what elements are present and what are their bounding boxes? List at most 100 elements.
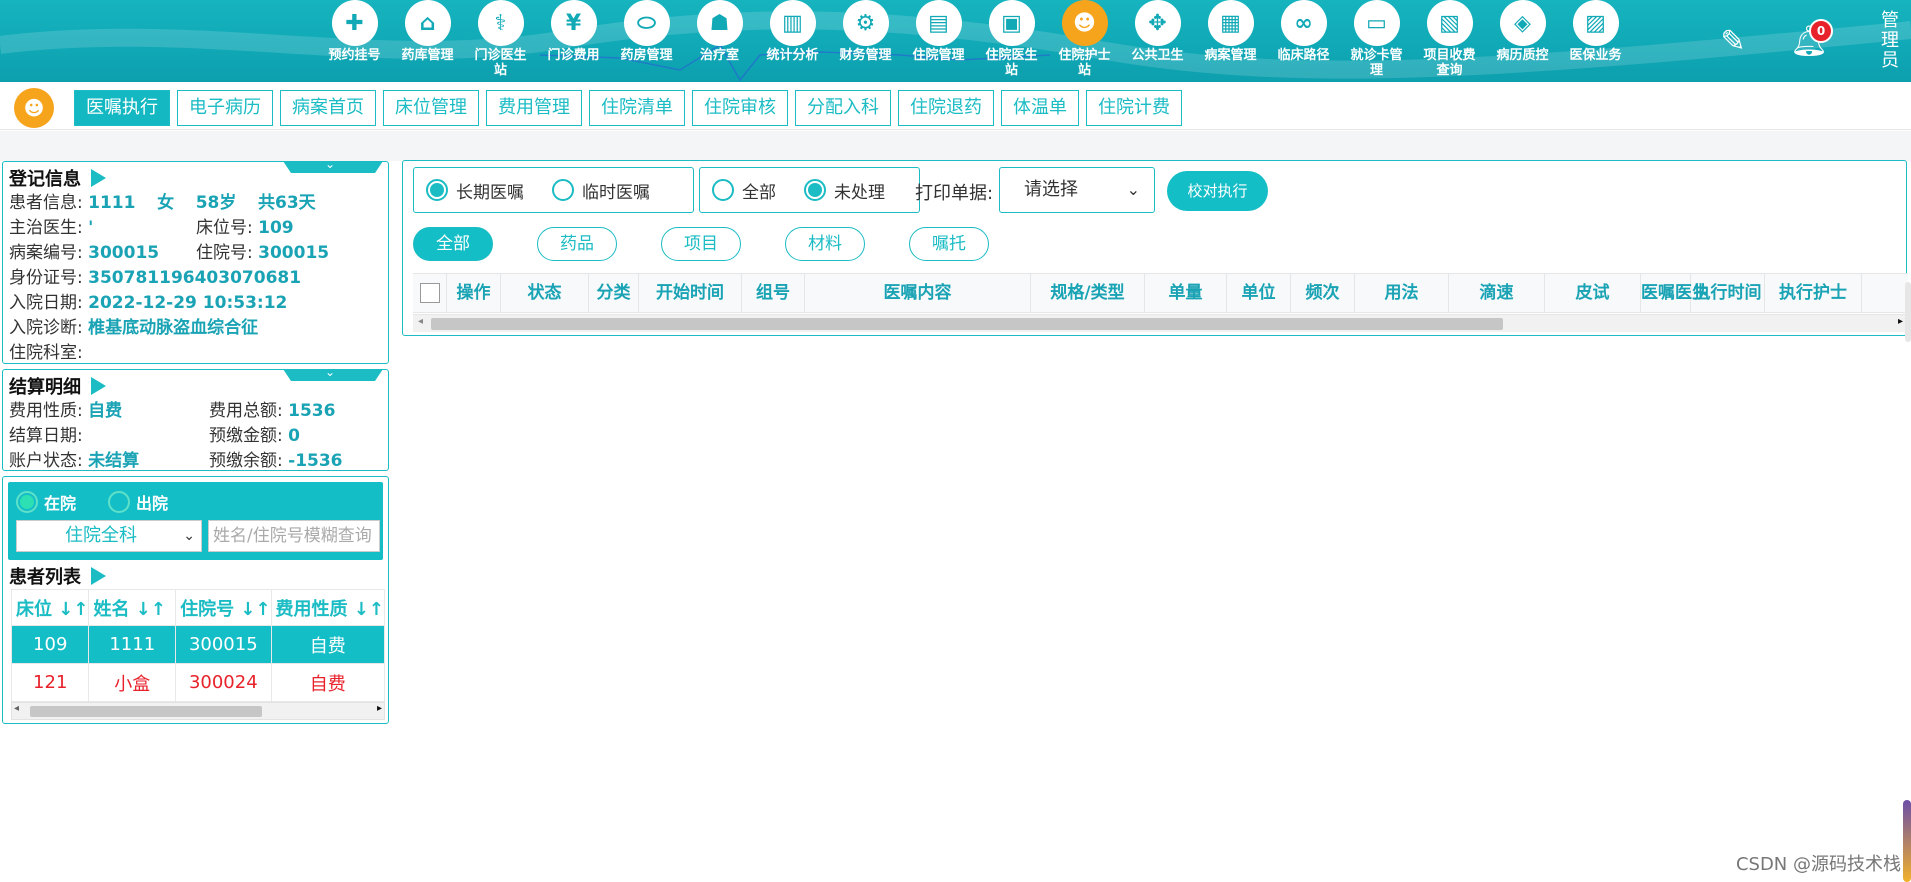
play-arrow-icon: [91, 377, 106, 395]
nav-item-11[interactable]: ✥ 公共卫生: [1121, 0, 1194, 82]
sort-icon[interactable]: ↓↑: [58, 599, 88, 620]
column-header: 操作: [447, 274, 501, 312]
in-hospital-radio[interactable]: 在院: [16, 490, 76, 514]
column-header: 规格/类型: [1031, 274, 1145, 312]
nav-item-1[interactable]: ⌂ 药库管理: [391, 0, 464, 82]
tab-1[interactable]: 电子病历: [177, 90, 273, 126]
column-header[interactable]: 姓名 ↓↑: [88, 589, 177, 626]
table-cell: 自费: [270, 625, 386, 664]
tab-5[interactable]: 住院清单: [589, 90, 685, 126]
table-row[interactable]: 121 小盒 300024 自费: [10, 663, 386, 702]
clinical-path-icon: ∞: [1280, 0, 1327, 46]
insurance-icon: ▨: [1572, 0, 1619, 46]
registration-panel: ⌄ 登记信息 患者信息: 1111 女 58岁 共63天 主治医生: ' 床位号:…: [2, 161, 389, 364]
column-header: 医嘱内容: [805, 274, 1031, 312]
scroll-thumb[interactable]: [30, 706, 262, 717]
tab-9[interactable]: 体温单: [1001, 90, 1079, 126]
patient-search-input[interactable]: 姓名/住院号模糊查询: [208, 520, 380, 552]
category-pill-3[interactable]: 材料: [785, 227, 865, 261]
radio-unchecked-icon: [108, 491, 130, 513]
tab-8[interactable]: 住院退药: [898, 90, 994, 126]
category-pill-1[interactable]: 药品: [537, 227, 617, 261]
label: 入院日期:: [9, 293, 83, 313]
nav-item-14[interactable]: ▭ 就诊卡管理: [1340, 0, 1413, 82]
category-pill-0[interactable]: 全部: [413, 227, 493, 261]
nav-item-3[interactable]: ¥ 门诊费用: [537, 0, 610, 82]
sort-icon[interactable]: ↓↑: [240, 599, 270, 620]
nav-item-5[interactable]: ☗ 治疗室: [683, 0, 756, 82]
table-cell: 300024: [175, 663, 272, 702]
nav-item-2[interactable]: ⚕ 门诊医生站: [464, 0, 537, 82]
tab-2[interactable]: 病案首页: [280, 90, 376, 126]
all-status-label: 全部: [742, 182, 776, 203]
sort-icon[interactable]: ↓↑: [136, 599, 166, 620]
chevron-down-icon: ⌄: [183, 528, 195, 544]
category-pill-4[interactable]: 嘱托: [909, 227, 989, 261]
diagnosis-row: 入院诊断: 椎基底动脉盗血综合征: [9, 316, 382, 341]
patient-days: 共63天: [258, 193, 316, 213]
nav-item-16[interactable]: ◈ 病历质控: [1486, 0, 1559, 82]
select-all-checkbox[interactable]: [413, 274, 447, 312]
nav-item-6[interactable]: ▥ 统计分析: [756, 0, 829, 82]
nav-item-10[interactable]: ☻ 住院护士站: [1048, 0, 1121, 82]
side-widget[interactable]: [1903, 800, 1911, 882]
nav-item-7[interactable]: ⚙ 财务管理: [829, 0, 902, 82]
nav-item-0[interactable]: ✚ 预约挂号: [318, 0, 391, 82]
column-header: 组号: [742, 274, 805, 312]
label: 病案编号:: [9, 243, 83, 263]
table-cell: 1111: [88, 625, 177, 664]
column-header[interactable]: 费用性质 ↓↑: [270, 589, 386, 626]
case-inpatient-row: 病案编号: 300015 住院号: 300015: [9, 241, 382, 266]
page-scroll-track[interactable]: [1905, 282, 1911, 342]
scroll-left-icon[interactable]: ◂: [14, 703, 19, 714]
print-select[interactable]: 请选择 ⌄: [999, 167, 1155, 213]
column-header[interactable]: 床位 ↓↑: [10, 589, 90, 626]
orders-table-scrollbar[interactable]: ◂ ▸: [413, 314, 1907, 332]
bell-icon[interactable]: 🔔︎ 0: [1789, 19, 1833, 61]
temporary-radio[interactable]: 临时医嘱: [552, 178, 650, 203]
nav-item-9[interactable]: ▣ 住院医生站: [975, 0, 1048, 82]
patient-table-scrollbar[interactable]: ◂ ▸: [11, 702, 385, 720]
pencil-icon[interactable]: ✎: [1713, 21, 1753, 61]
tab-10[interactable]: 住院计费: [1086, 90, 1182, 126]
scroll-thumb[interactable]: [431, 318, 1503, 330]
all-status-radio[interactable]: 全部: [712, 178, 776, 203]
column-header[interactable]: 住院号 ↓↑: [175, 589, 272, 626]
verify-execute-button[interactable]: 校对执行: [1167, 171, 1268, 211]
tab-0[interactable]: 医嘱执行: [74, 90, 170, 126]
collapse-toggle[interactable]: ⌄: [283, 161, 383, 173]
sort-icon[interactable]: ↓↑: [354, 599, 384, 620]
long-term-radio[interactable]: 长期医嘱: [426, 178, 524, 203]
patient-filter: 在院 出院 住院全科 ⌄ 姓名/住院号模糊查询: [8, 482, 383, 560]
category-pill-2[interactable]: 项目: [661, 227, 741, 261]
nav-item-12[interactable]: ▦ 病案管理: [1194, 0, 1267, 82]
unprocessed-radio[interactable]: 未处理: [804, 178, 885, 203]
nav-item-13[interactable]: ∞ 临床路径: [1267, 0, 1340, 82]
nav-item-8[interactable]: ▤ 住院管理: [902, 0, 975, 82]
tab-3[interactable]: 床位管理: [383, 90, 479, 126]
checkbox-icon: [419, 283, 440, 303]
tab-4[interactable]: 费用管理: [486, 90, 582, 126]
table-row[interactable]: 109 1111 300015 自费: [10, 625, 386, 664]
nav-item-15[interactable]: ▧ 项目收费查询: [1413, 0, 1486, 82]
print-label: 打印单据:: [915, 183, 994, 204]
collapse-toggle[interactable]: ⌄: [283, 369, 383, 381]
label: 主治医生:: [9, 218, 83, 238]
discharged-radio[interactable]: 出院: [108, 490, 168, 514]
patient-table: 床位 ↓↑ 姓名 ↓↑ 住院号 ↓↑ 费用性质 ↓↑ 109 1111 300015 自费 1…: [10, 589, 386, 702]
inpatient-nurse-icon: ☻: [1061, 0, 1108, 46]
nav-item-label: 病历质控: [1496, 48, 1549, 63]
tab-6[interactable]: 住院审核: [692, 90, 788, 126]
scroll-left-icon[interactable]: ◂: [418, 316, 423, 327]
column-header-label: 床位: [16, 598, 52, 620]
nav-item-4[interactable]: ⬭ 药房管理: [610, 0, 683, 82]
admin-user-menu[interactable]: 管理员: [1879, 11, 1901, 71]
column-header: 医嘱医生: [1641, 274, 1709, 312]
tab-7[interactable]: 分配入科: [795, 90, 891, 126]
scroll-right-icon[interactable]: ▸: [377, 703, 382, 714]
unprocessed-label: 未处理: [834, 182, 885, 203]
scroll-right-icon[interactable]: ▸: [1898, 316, 1903, 327]
dept-select[interactable]: 住院全科 ⌄: [16, 520, 202, 552]
nav-item-17[interactable]: ▨ 医保业务: [1559, 0, 1632, 82]
account-status: 未结算: [88, 451, 140, 471]
